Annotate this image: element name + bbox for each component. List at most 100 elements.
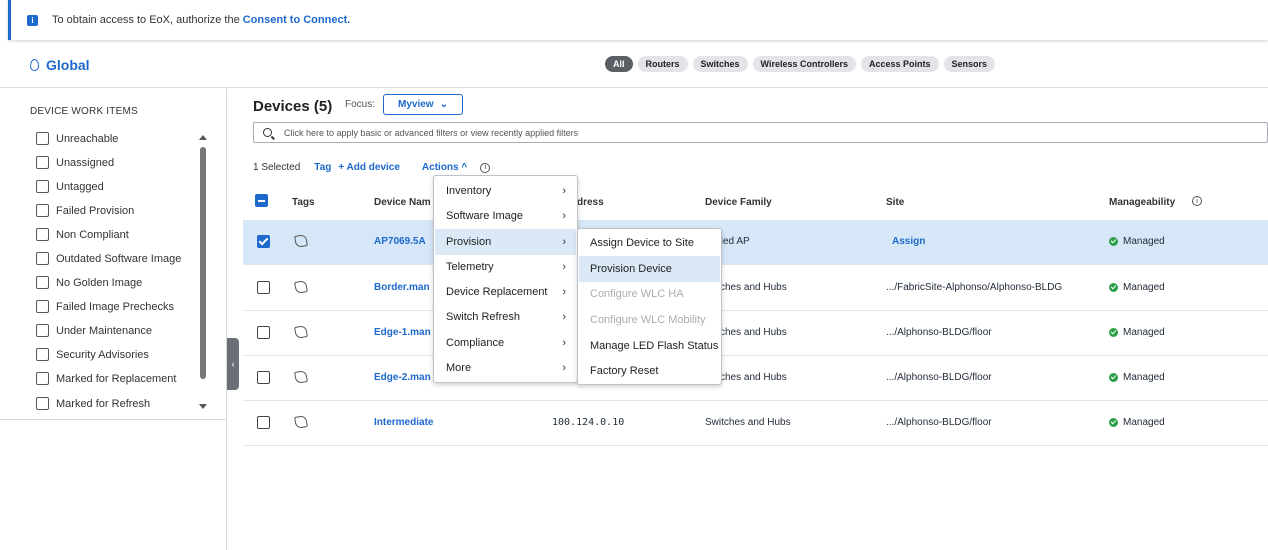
row-checkbox[interactable] xyxy=(257,371,270,384)
location-label: Global xyxy=(46,57,90,73)
manageability-info-icon[interactable]: i xyxy=(1192,196,1202,206)
device-name-link[interactable]: AP7069.5A xyxy=(374,236,426,247)
device-family: Switches and Hubs xyxy=(705,417,791,428)
row-checkbox[interactable] xyxy=(257,281,270,294)
device-name-link[interactable]: Edge-1.man xyxy=(374,327,431,338)
menu-label: More xyxy=(446,362,472,374)
filter-sensors[interactable]: Sensors xyxy=(943,56,996,72)
checkbox[interactable] xyxy=(36,300,49,313)
site-path: .../Alphonso-BLDG/floor xyxy=(886,372,992,383)
col-device-family[interactable]: Device Family xyxy=(705,197,772,208)
work-item-label: Security Advisories xyxy=(56,348,149,361)
device-name-link[interactable]: Border.man xyxy=(374,282,430,293)
action-bar: 1 Selected Tag + Add device Actions ^ i xyxy=(253,162,491,173)
menu-label: Telemetry xyxy=(446,261,494,273)
select-all-checkbox[interactable] xyxy=(255,194,268,207)
work-item-outdated-software[interactable]: Outdated Software Image xyxy=(36,252,181,265)
scroll-down-icon[interactable] xyxy=(199,404,207,409)
work-item-unassigned[interactable]: Unassigned xyxy=(36,156,114,169)
work-item-under-maintenance[interactable]: Under Maintenance xyxy=(36,324,152,337)
check-circle-icon xyxy=(1109,283,1118,292)
tag-icon[interactable] xyxy=(294,234,308,248)
tag-icon[interactable] xyxy=(294,325,308,339)
device-name-link[interactable]: Intermediate xyxy=(374,417,433,428)
filter-wireless-controllers[interactable]: Wireless Controllers xyxy=(752,56,856,72)
tag-icon[interactable] xyxy=(294,280,308,294)
menu-item-assign-device-to-site[interactable]: Assign Device to Site xyxy=(579,230,720,256)
work-item-security-advisories[interactable]: Security Advisories xyxy=(36,348,149,361)
table-row[interactable]: Edge-1.man itches and Hubs .../Alphonso-… xyxy=(243,311,1268,356)
checkbox[interactable] xyxy=(36,276,49,289)
work-item-marked-replacement[interactable]: Marked for Replacement xyxy=(36,372,176,385)
menu-item-provision[interactable]: Provision › xyxy=(435,229,576,255)
table-row[interactable]: AP7069.5A fied AP Assign Managed xyxy=(243,220,1268,265)
checkbox[interactable] xyxy=(36,228,49,241)
menu-item-software-image[interactable]: Software Image › xyxy=(435,203,576,229)
add-device-button[interactable]: + Add device xyxy=(338,162,400,173)
col-device-name[interactable]: Device Nam xyxy=(374,197,431,208)
checkbox[interactable] xyxy=(36,324,49,337)
menu-item-switch-refresh[interactable]: Switch Refresh › xyxy=(435,304,576,330)
row-checkbox[interactable] xyxy=(257,326,270,339)
location-selector[interactable]: Global xyxy=(30,57,90,73)
checkbox[interactable] xyxy=(36,372,49,385)
work-item-non-compliant[interactable]: Non Compliant xyxy=(36,228,129,241)
info-icon[interactable]: i xyxy=(480,162,491,173)
checkbox[interactable] xyxy=(36,397,49,410)
consent-link[interactable]: Consent to Connect. xyxy=(243,14,351,26)
menu-label: Manage LED Flash Status xyxy=(590,340,719,352)
work-items-sidebar: DEVICE WORK ITEMS Unreachable Unassigned… xyxy=(0,89,227,550)
sidebar-scrollbar[interactable] xyxy=(200,147,206,379)
tag-button[interactable]: Tag xyxy=(314,162,331,173)
work-item-no-golden-image[interactable]: No Golden Image xyxy=(36,276,142,289)
menu-label: Software Image xyxy=(446,210,524,222)
menu-item-device-replacement[interactable]: Device Replacement › xyxy=(435,279,576,305)
scroll-up-icon[interactable] xyxy=(199,135,207,140)
checkbox[interactable] xyxy=(36,132,49,145)
col-site[interactable]: Site xyxy=(886,197,904,208)
table-row[interactable]: Border.man itches and Hubs .../FabricSit… xyxy=(243,266,1268,311)
filter-routers[interactable]: Routers xyxy=(637,56,688,72)
device-name-link[interactable]: Edge-2.man xyxy=(374,372,431,383)
col-tags[interactable]: Tags xyxy=(292,197,315,208)
filter-all[interactable]: All xyxy=(605,56,633,72)
work-item-marked-refresh[interactable]: Marked for Refresh xyxy=(36,397,150,410)
location-pin-icon xyxy=(30,59,39,71)
menu-item-telemetry[interactable]: Telemetry › xyxy=(435,254,576,280)
menu-item-factory-reset[interactable]: Factory Reset xyxy=(579,358,720,384)
filter-access-points[interactable]: Access Points xyxy=(861,56,939,72)
ip-address: 100.124.0.10 xyxy=(552,417,625,428)
table-row[interactable]: Intermediate 100.124.0.10 Switches and H… xyxy=(243,401,1268,446)
chevron-right-icon: › xyxy=(562,337,566,349)
menu-item-compliance[interactable]: Compliance › xyxy=(435,330,576,356)
focus-dropdown[interactable]: Myview ⌄ xyxy=(383,94,463,115)
work-item-failed-prechecks[interactable]: Failed Image Prechecks xyxy=(36,300,174,313)
tag-icon[interactable] xyxy=(294,415,308,429)
menu-item-more[interactable]: More › xyxy=(435,355,576,381)
checkbox[interactable] xyxy=(36,180,49,193)
menu-label: Switch Refresh xyxy=(446,311,520,323)
checkbox[interactable] xyxy=(36,348,49,361)
filter-switches[interactable]: Switches xyxy=(692,56,748,72)
work-item-untagged[interactable]: Untagged xyxy=(36,180,104,193)
assign-site-link[interactable]: Assign xyxy=(892,236,925,247)
work-item-failed-provision[interactable]: Failed Provision xyxy=(36,204,134,217)
tag-icon[interactable] xyxy=(294,370,308,384)
table-row[interactable]: Edge-2.man itches and Hubs .../Alphonso-… xyxy=(243,356,1268,401)
menu-item-provision-device[interactable]: Provision Device xyxy=(579,256,720,282)
checkbox[interactable] xyxy=(36,204,49,217)
checkbox[interactable] xyxy=(36,252,49,265)
device-family: itches and Hubs xyxy=(715,282,787,293)
menu-item-inventory[interactable]: Inventory › xyxy=(435,178,576,204)
menu-item-manage-led-flash[interactable]: Manage LED Flash Status xyxy=(579,333,720,359)
col-manageability[interactable]: Manageability xyxy=(1109,197,1175,208)
collapse-sidebar-handle[interactable]: ‹ xyxy=(227,338,239,390)
row-checkbox[interactable] xyxy=(257,235,270,248)
work-item-unreachable[interactable]: Unreachable xyxy=(36,132,118,145)
actions-button[interactable]: Actions ^ xyxy=(422,162,467,173)
chevron-left-icon: ‹ xyxy=(231,359,235,369)
checkbox[interactable] xyxy=(36,156,49,169)
row-checkbox[interactable] xyxy=(257,416,270,429)
col-ip-address[interactable]: dress xyxy=(577,197,604,208)
filter-search-input[interactable]: Click here to apply basic or advanced fi… xyxy=(253,122,1268,143)
